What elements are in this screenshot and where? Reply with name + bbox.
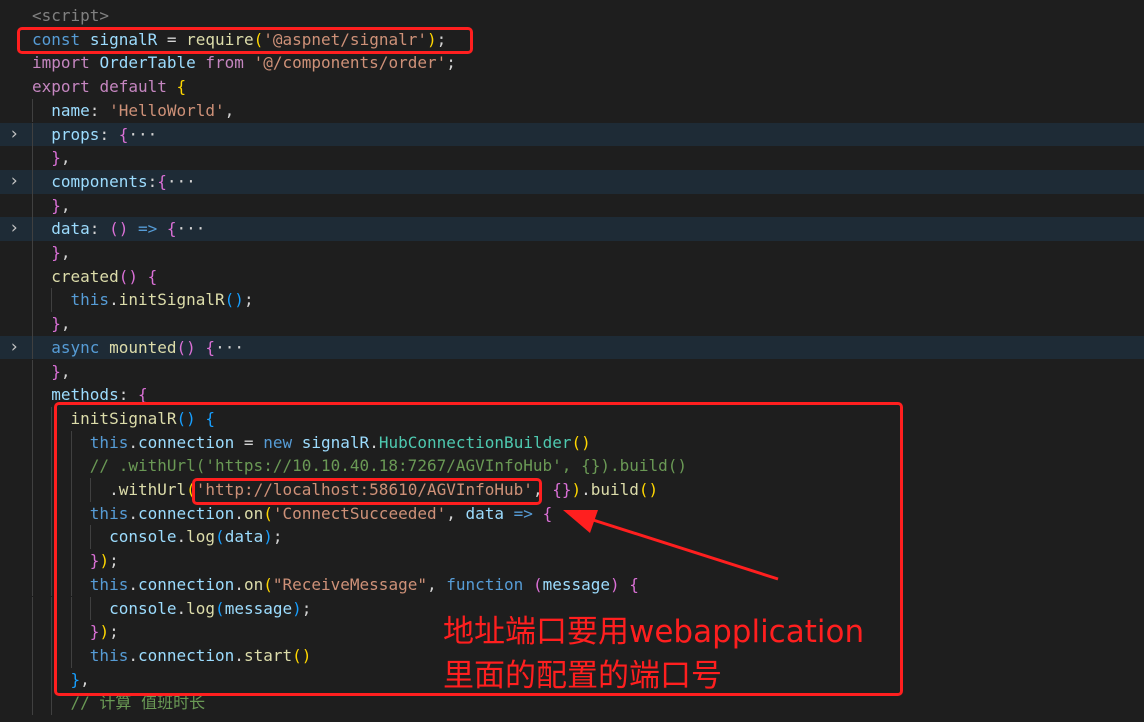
annotation-line-1: 地址端口要用webapplication [443, 614, 865, 650]
annotation-line-2: 里面的配置的端口号 [443, 658, 722, 694]
